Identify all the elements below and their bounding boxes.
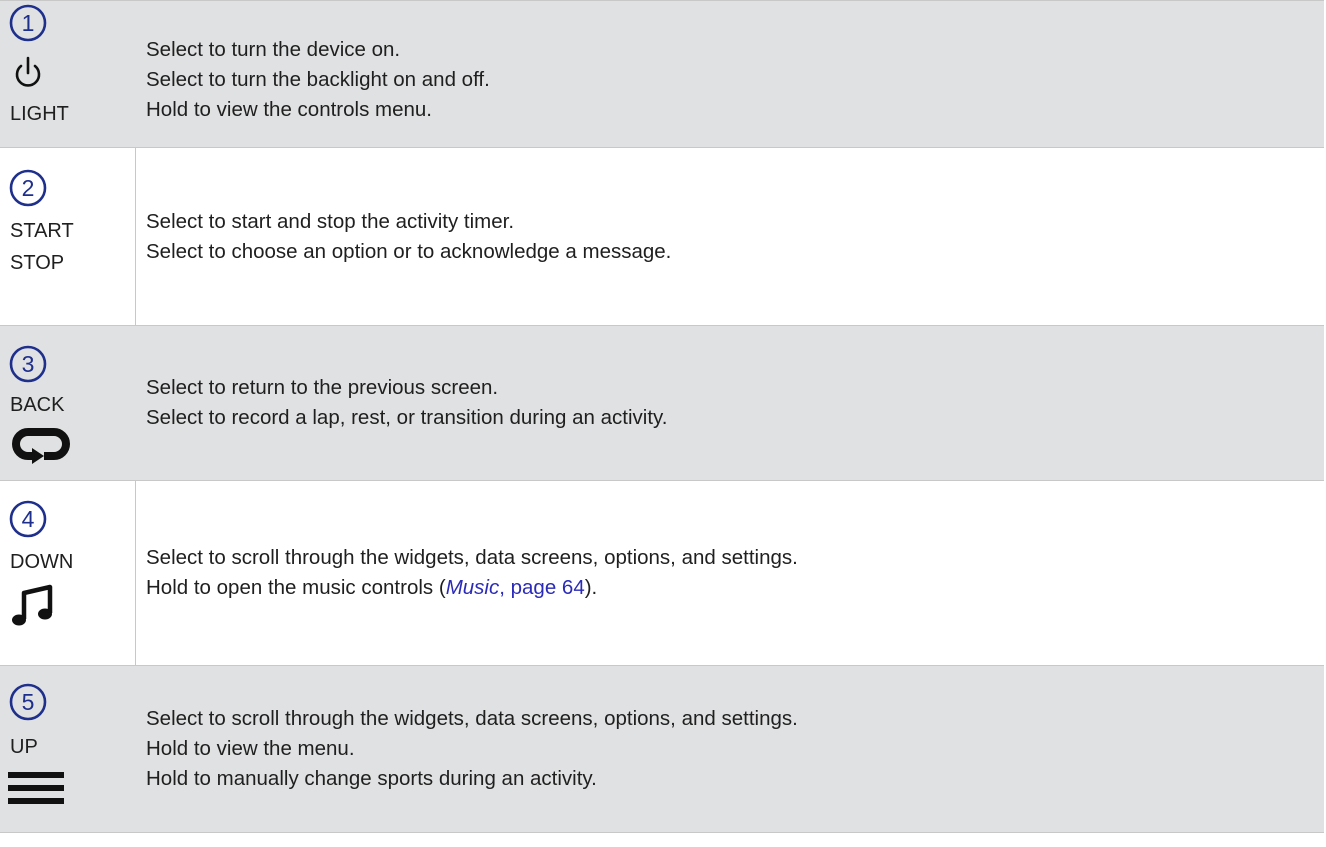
description-line-with-link: Hold to open the music controls (Music, … bbox=[146, 576, 598, 599]
callout-number-3-icon: 3 bbox=[9, 345, 47, 383]
key-cell-light: 1 LIGHT bbox=[0, 1, 136, 147]
description-line: Hold to view the controls menu. bbox=[146, 98, 432, 121]
description-line: Select to return to the previous screen. bbox=[146, 376, 499, 399]
description-cell-down: Select to scroll through the widgets, da… bbox=[136, 481, 1324, 665]
power-icon bbox=[15, 56, 41, 87]
description-line: Select to record a lap, rest, or transit… bbox=[146, 406, 668, 429]
description-line: Select to choose an option or to acknowl… bbox=[146, 239, 672, 263]
svg-text:2: 2 bbox=[22, 175, 35, 201]
key-cell-up: 5 UP bbox=[0, 666, 136, 832]
description-line: Select to turn the backlight on and off. bbox=[146, 68, 490, 91]
key-label-start: START bbox=[10, 220, 74, 242]
table-row-start-stop: 2 START STOP Select to start and stop th… bbox=[0, 148, 1324, 326]
music-page-link[interactable]: Music, page 64 bbox=[446, 576, 585, 599]
description-line: Select to start and stop the activity ti… bbox=[146, 209, 515, 233]
key-cell-down: 4 DOWN bbox=[0, 481, 136, 665]
svg-text:1: 1 bbox=[22, 10, 35, 36]
button-reference-table: 1 LIGHT Select to turn the device on. Se… bbox=[0, 0, 1324, 833]
key-cell-back: 3 BACK bbox=[0, 326, 136, 480]
menu-icon bbox=[8, 772, 64, 804]
description-line: Select to scroll through the widgets, da… bbox=[146, 546, 798, 569]
key-label-stop: STOP bbox=[10, 252, 65, 274]
table-row-light: 1 LIGHT Select to turn the device on. Se… bbox=[0, 1, 1324, 148]
description-cell-light: Select to turn the device on. Select to … bbox=[136, 1, 1324, 147]
table-row-up: 5 UP Select to scroll through the widget… bbox=[0, 666, 1324, 833]
table-row-back: 3 BACK Select to return to the previous … bbox=[0, 326, 1324, 481]
callout-number-5-icon: 5 bbox=[9, 683, 47, 721]
callout-number-2-icon: 2 bbox=[9, 169, 47, 207]
key-label-down: DOWN bbox=[10, 551, 74, 573]
key-label-back: BACK bbox=[10, 394, 65, 416]
callout-number-1-icon: 1 bbox=[9, 4, 47, 42]
description-line: Hold to view the menu. bbox=[146, 737, 355, 760]
description-line: Hold to manually change sports during an… bbox=[146, 767, 597, 790]
description-line: Select to scroll through the widgets, da… bbox=[146, 707, 798, 730]
music-note-icon bbox=[12, 584, 53, 626]
description-cell-back: Select to return to the previous screen.… bbox=[136, 326, 1324, 480]
svg-text:3: 3 bbox=[22, 351, 35, 377]
key-label-light: LIGHT bbox=[10, 103, 69, 125]
svg-text:4: 4 bbox=[22, 506, 35, 532]
description-cell-up: Select to scroll through the widgets, da… bbox=[136, 666, 1324, 832]
key-cell-start-stop: 2 START STOP bbox=[0, 148, 136, 325]
callout-number-4-icon: 4 bbox=[9, 500, 47, 538]
key-label-up: UP bbox=[10, 736, 38, 758]
svg-text:5: 5 bbox=[22, 689, 35, 715]
description-cell-start-stop: Select to start and stop the activity ti… bbox=[136, 148, 1324, 325]
description-line: Select to turn the device on. bbox=[146, 38, 401, 61]
table-row-down: 4 DOWN Select to scroll through the widg… bbox=[0, 481, 1324, 666]
lap-loop-icon bbox=[12, 428, 70, 464]
